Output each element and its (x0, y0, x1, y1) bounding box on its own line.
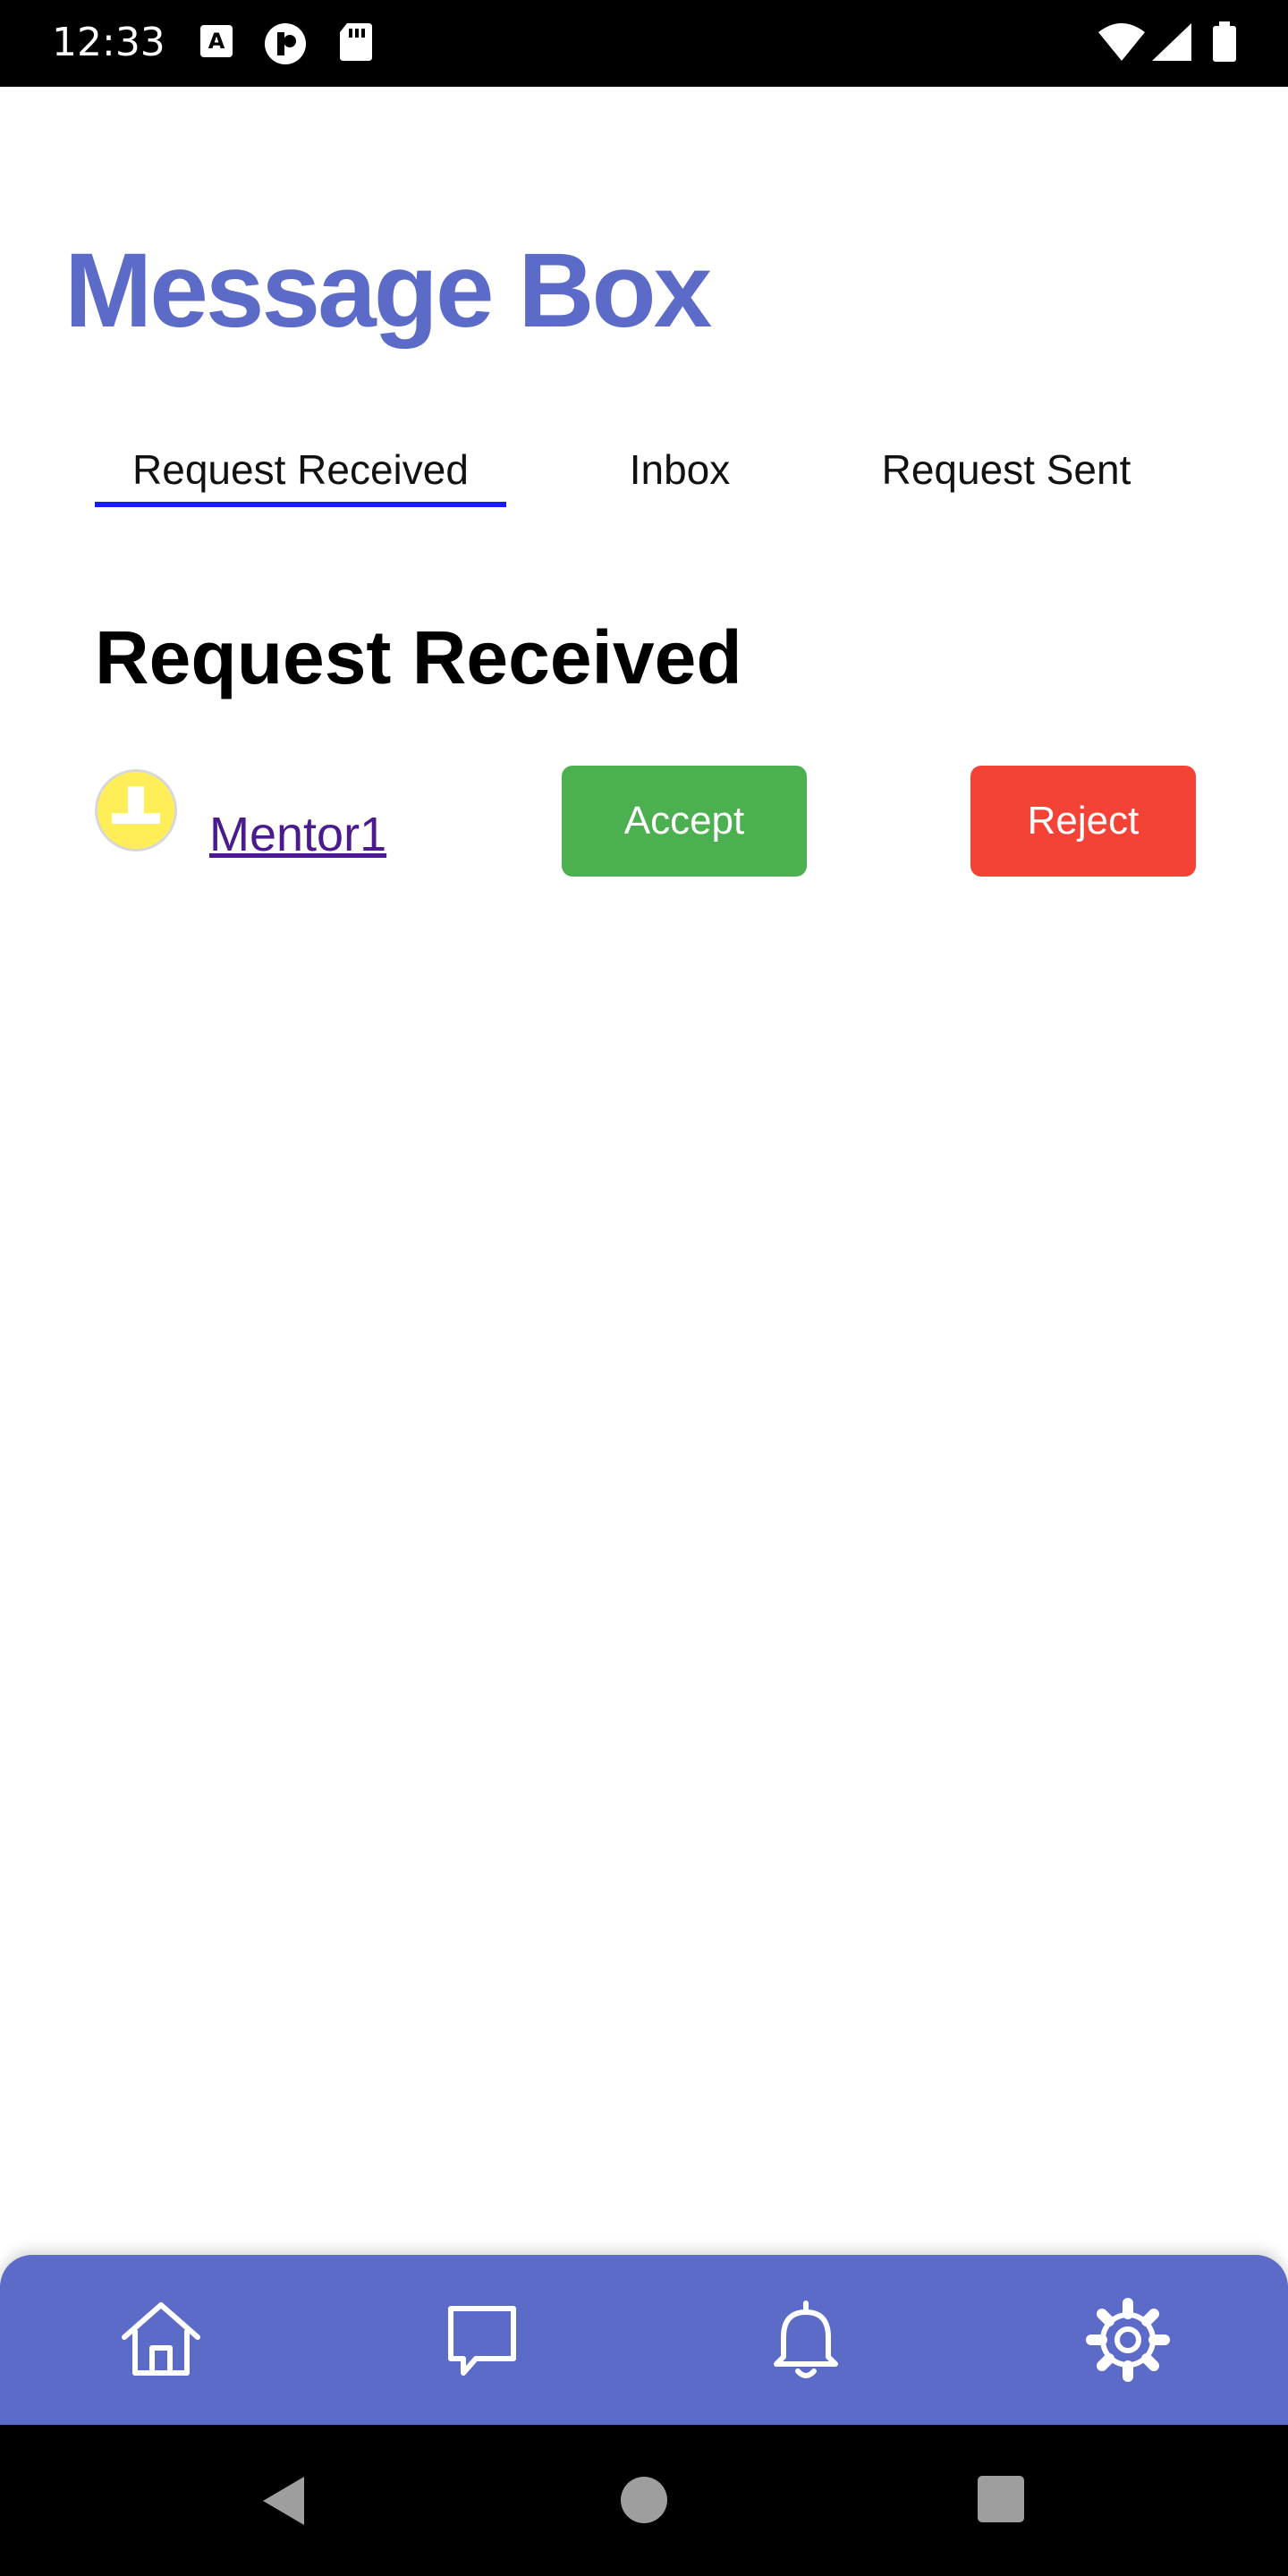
tab-active-indicator (95, 502, 506, 507)
home-circle-icon[interactable] (619, 2475, 669, 2529)
gear-icon[interactable] (1079, 2291, 1177, 2389)
requester-name-link[interactable]: Mentor1 (209, 803, 386, 866)
list-item: Mentor1 Accept Reject (0, 760, 1288, 886)
status-time: 12:33 (52, 20, 165, 65)
recents-icon[interactable] (977, 2475, 1025, 2528)
home-icon[interactable] (112, 2291, 210, 2389)
a11y-font-icon: A (199, 21, 234, 67)
section-heading: Request Received (95, 615, 742, 699)
status-bar: 12:33 A (0, 0, 1288, 87)
accept-button[interactable]: Accept (562, 766, 807, 877)
bell-icon[interactable] (757, 2291, 855, 2389)
svg-text:A: A (208, 29, 225, 54)
sd-card-icon (338, 21, 374, 67)
page-title: Message Box (64, 232, 712, 350)
signal-icon (1150, 21, 1193, 67)
back-icon[interactable] (258, 2473, 308, 2533)
chat-icon[interactable] (433, 2291, 531, 2389)
tab-request-sent[interactable]: Request Sent (841, 429, 1172, 510)
app-circle-icon (263, 21, 308, 71)
tab-request-received[interactable]: Request Received (95, 429, 506, 510)
bottom-nav (0, 2255, 1288, 2425)
avatar (95, 769, 177, 852)
tab-bar: Request Received Inbox Request Sent (0, 429, 1288, 510)
reject-button[interactable]: Reject (970, 766, 1196, 877)
system-nav-bar (0, 2425, 1288, 2576)
wifi-icon (1097, 21, 1147, 67)
tab-inbox[interactable]: Inbox (590, 429, 769, 510)
battery-icon (1211, 21, 1238, 67)
